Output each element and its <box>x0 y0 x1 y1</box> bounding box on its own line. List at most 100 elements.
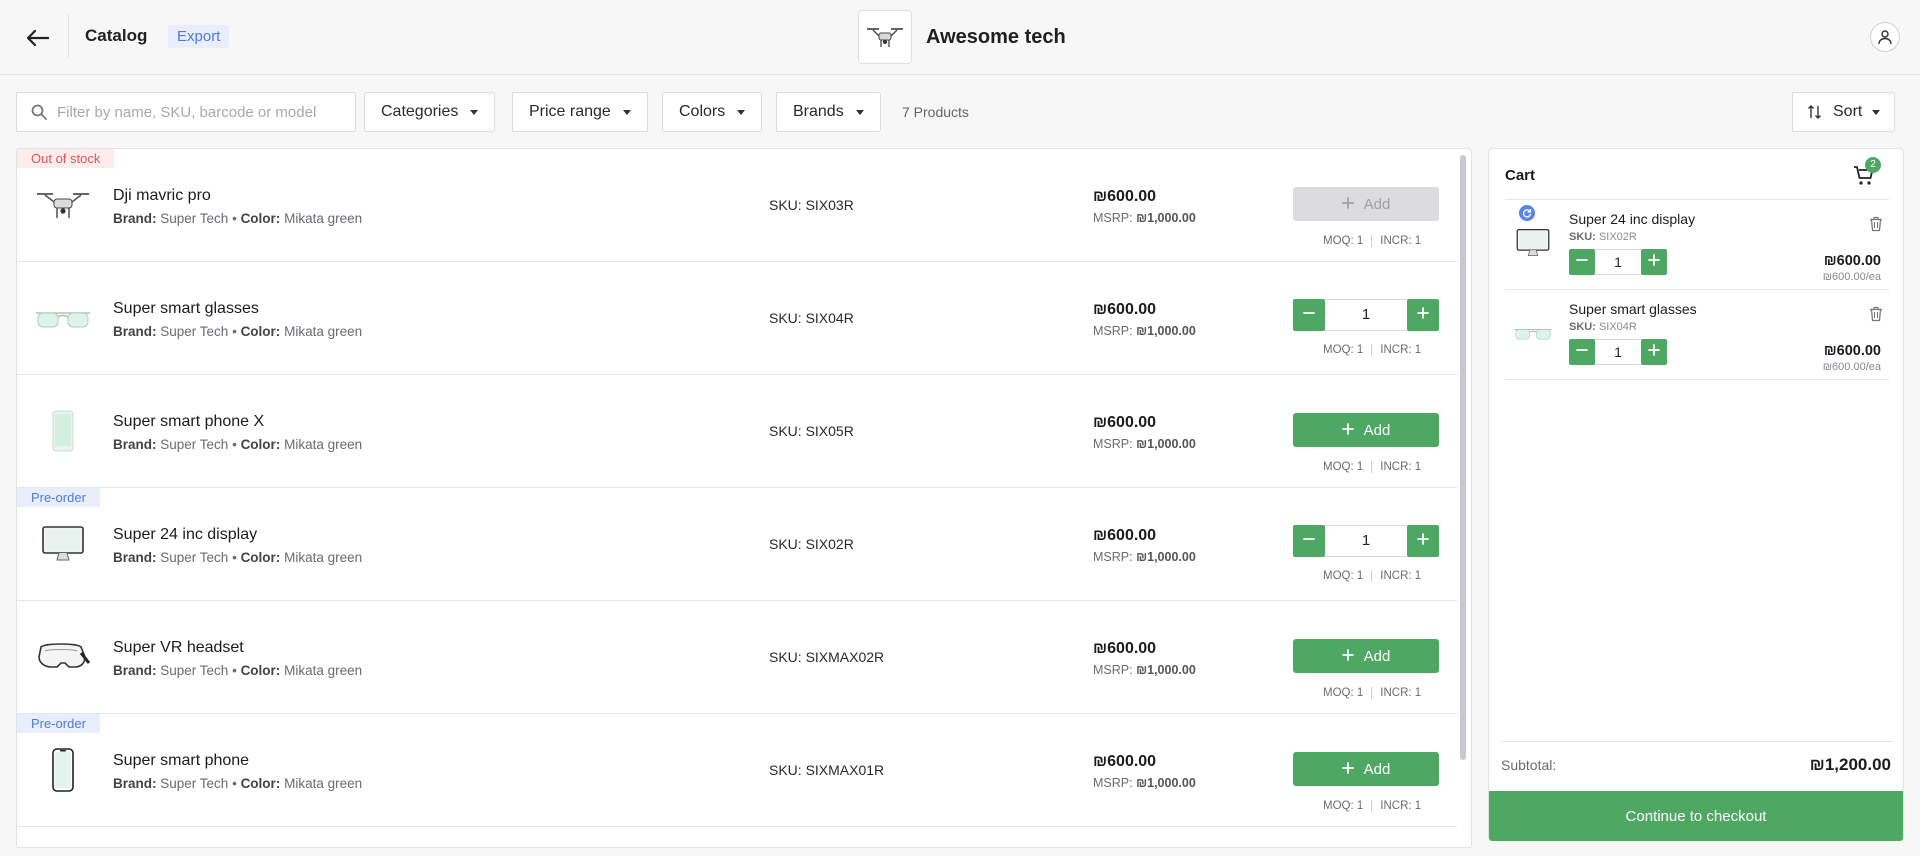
moq-label: MOQ: 1 <box>1323 570 1364 582</box>
product-name[interactable]: Dji mavric pro <box>113 187 211 205</box>
vr-headset-icon <box>33 631 93 683</box>
add-to-cart-button[interactable]: Add <box>1293 639 1439 673</box>
user-avatar[interactable] <box>1870 22 1900 52</box>
product-sku: SKU: SIX05R <box>769 423 854 439</box>
add-label: Add <box>1363 195 1391 213</box>
add-to-cart-button[interactable]: Add <box>1293 752 1439 786</box>
cart-item-unit-price: ₪600.00/ea <box>1822 361 1881 373</box>
add-label: Add <box>1363 647 1391 665</box>
smartphone-icon <box>33 744 93 796</box>
msrp-value: ₪1,000.00 <box>1136 211 1196 225</box>
color-label: Color: <box>240 776 281 791</box>
product-name[interactable]: Super VR headset <box>113 639 244 657</box>
top-bar: Catalog Export Awesome tech <box>0 0 1920 75</box>
brand-label: Brand: <box>113 211 157 226</box>
plus-icon <box>1341 196 1354 213</box>
product-sku: SKU: SIXMAX02R <box>769 649 885 665</box>
quantity-input[interactable]: 1 <box>1325 525 1407 557</box>
quantity-stepper: 1 <box>1293 299 1439 331</box>
sort-label: Sort <box>1833 103 1863 120</box>
product-brand: Super Tech <box>160 550 229 565</box>
moq-label: MOQ: 1 <box>1323 800 1364 812</box>
quantity-stepper: 1 <box>1293 525 1439 557</box>
drone-icon <box>33 179 93 231</box>
price-range-dropdown[interactable]: Price range <box>512 92 648 132</box>
colors-dropdown[interactable]: Colors <box>662 92 763 132</box>
cart-item: Super 24 inc display SKU: SIX02R 1 ₪600.… <box>1505 201 1889 290</box>
product-color: Mikata green <box>284 324 363 339</box>
product-brand: Super Tech <box>160 324 229 339</box>
color-label: Color: <box>240 324 281 339</box>
cart-decrement-button[interactable] <box>1569 249 1595 275</box>
phone-icon <box>33 405 93 457</box>
refresh-icon <box>1519 205 1535 221</box>
cart-item: Super smart glasses SKU: SIX04R 1 ₪600.0… <box>1505 291 1889 380</box>
add-to-cart-button[interactable]: Add <box>1293 413 1439 447</box>
moq-info: MOQ: 1 INCR: 1 <box>1323 461 1421 473</box>
product-msrp: MSRP: ₪1,000.00 <box>1093 776 1196 790</box>
cart-quantity-input[interactable]: 1 <box>1595 339 1641 365</box>
increment-button[interactable] <box>1407 525 1439 557</box>
plus-icon <box>1417 532 1429 550</box>
checkout-button[interactable]: Continue to checkout <box>1489 791 1903 841</box>
add-label: Add <box>1363 421 1391 439</box>
color-label: Color: <box>240 211 281 226</box>
glasses-icon <box>1511 311 1555 355</box>
cart-quantity-input[interactable]: 1 <box>1595 249 1641 275</box>
monitor-icon <box>1511 221 1555 265</box>
product-name[interactable]: Super smart glasses <box>113 300 259 318</box>
color-label: Color: <box>240 550 281 565</box>
color-label: Color: <box>240 663 281 678</box>
back-arrow-icon[interactable] <box>22 22 54 54</box>
cart-increment-button[interactable] <box>1641 249 1667 275</box>
increment-button[interactable] <box>1407 299 1439 331</box>
msrp-label: MSRP: <box>1093 211 1133 225</box>
search-box <box>16 92 356 132</box>
export-button[interactable]: Export <box>168 25 230 48</box>
quantity-input[interactable]: 1 <box>1325 299 1407 331</box>
plus-icon <box>1341 422 1354 439</box>
sort-dropdown[interactable]: Sort <box>1792 92 1896 132</box>
msrp-label: MSRP: <box>1093 776 1133 790</box>
msrp-label: MSRP: <box>1093 663 1133 677</box>
cart-sku-label: SKU: <box>1569 231 1596 243</box>
chevron-down-icon <box>470 109 479 115</box>
minus-icon <box>1303 532 1315 550</box>
cart-decrement-button[interactable] <box>1569 339 1595 365</box>
cart-sku-label: SKU: <box>1569 321 1596 333</box>
chevron-down-icon <box>855 109 864 115</box>
search-icon <box>31 104 47 120</box>
product-brand: Super Tech <box>160 211 229 226</box>
product-name[interactable]: Super smart phone X <box>113 413 264 431</box>
categories-dropdown[interactable]: Categories <box>364 92 496 132</box>
cart-title: Cart <box>1505 167 1536 184</box>
incr-label: INCR: 1 <box>1380 687 1422 699</box>
subtotal-value: ₪1,200.00 <box>1809 755 1891 774</box>
subtotal-label: Subtotal: <box>1501 757 1557 773</box>
product-name[interactable]: Super 24 inc display <box>113 526 257 544</box>
color-label: Color: <box>240 437 281 452</box>
plus-icon <box>1341 761 1354 778</box>
incr-label: INCR: 1 <box>1380 461 1422 473</box>
product-meta: Brand: Super Tech • Color: Mikata green <box>113 550 363 565</box>
cart-increment-button[interactable] <box>1641 339 1667 365</box>
cart-divider <box>1505 379 1889 380</box>
decrement-button[interactable] <box>1293 525 1325 557</box>
plus-icon <box>1341 648 1354 665</box>
trash-icon[interactable] <box>1867 215 1885 233</box>
moq-separator <box>1371 461 1373 473</box>
product-msrp: MSRP: ₪1,000.00 <box>1093 550 1196 564</box>
product-meta: Brand: Super Tech • Color: Mikata green <box>113 324 363 339</box>
cart-item-price: ₪600.00 <box>1823 343 1881 359</box>
product-name[interactable]: Super smart phone <box>113 752 249 770</box>
list-scrollbar[interactable] <box>1460 155 1466 760</box>
user-icon <box>1878 30 1892 45</box>
cart-item-name: Super 24 inc display <box>1569 211 1696 227</box>
trash-icon[interactable] <box>1867 305 1885 323</box>
decrement-button[interactable] <box>1293 299 1325 331</box>
colors-label: Colors <box>679 103 726 120</box>
brands-dropdown[interactable]: Brands <box>776 92 881 132</box>
moq-info: MOQ: 1 INCR: 1 <box>1323 800 1421 812</box>
product-price: ₪600.00 <box>1093 640 1157 657</box>
search-input[interactable] <box>57 103 337 121</box>
